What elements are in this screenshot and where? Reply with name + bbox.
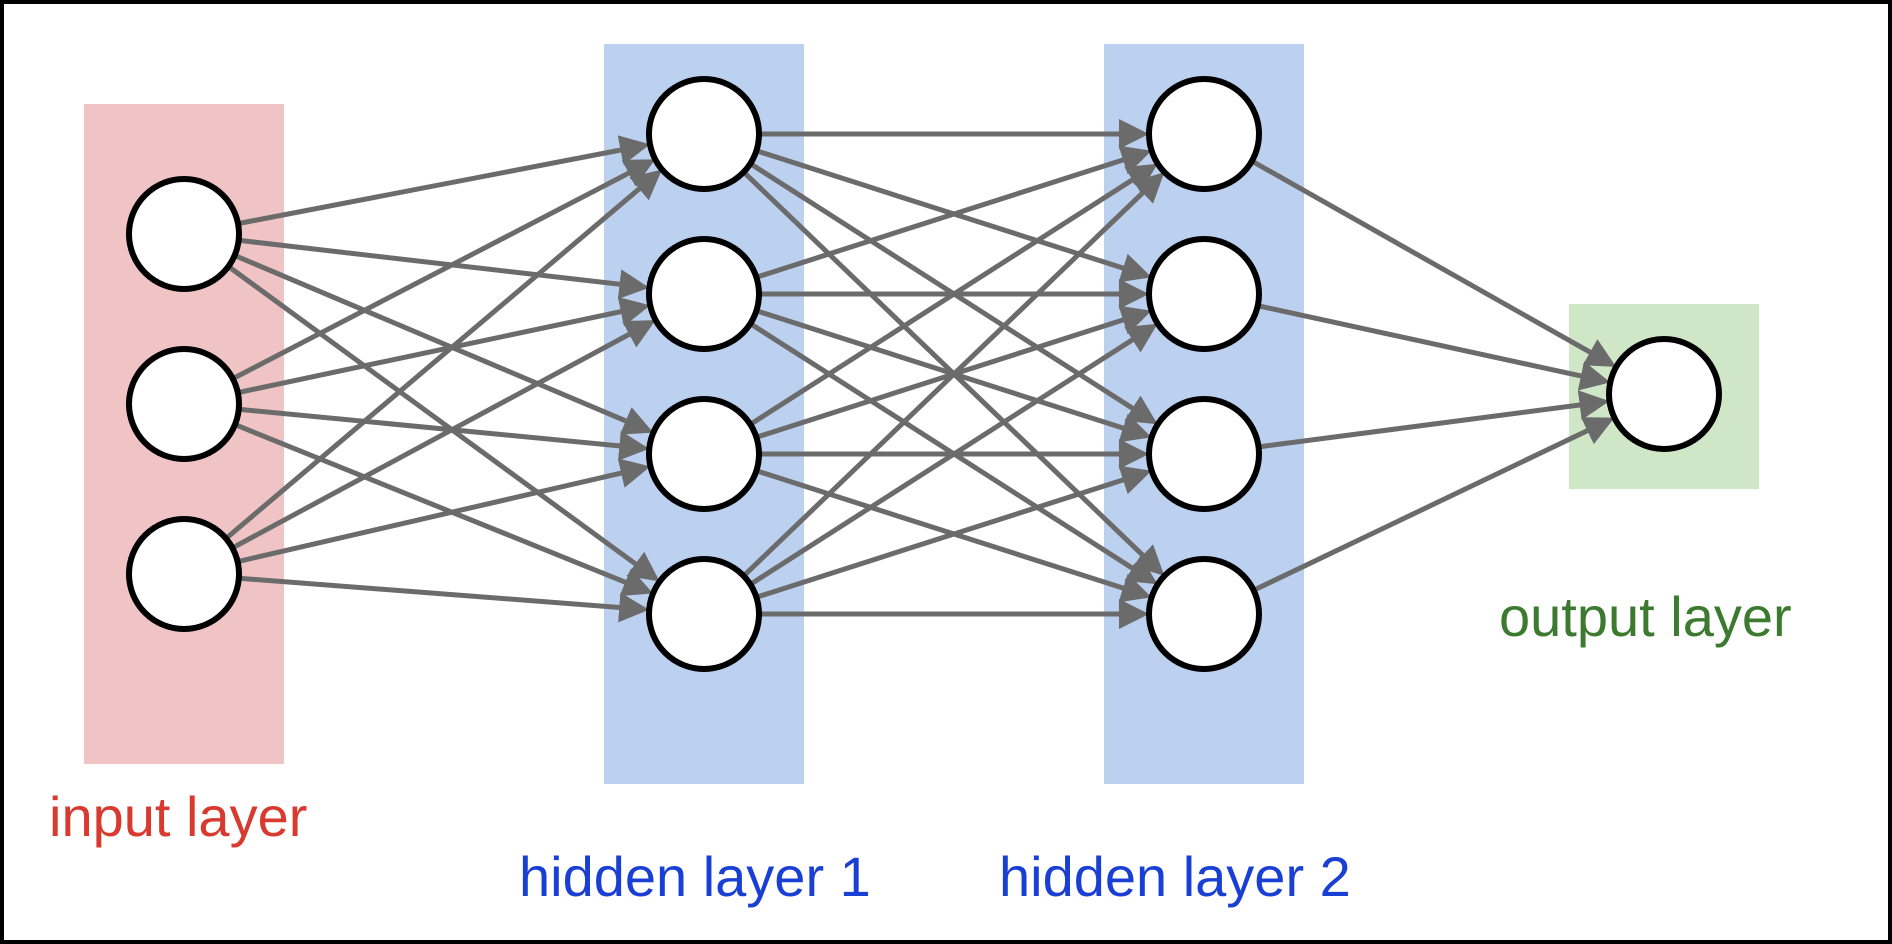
edge <box>233 162 650 379</box>
node-hidden1-2 <box>649 399 759 509</box>
label-output-layer: output layer <box>1499 584 1792 649</box>
edge <box>238 146 644 224</box>
label-hidden-layer-2: hidden layer 2 <box>999 844 1351 909</box>
edge <box>239 578 643 609</box>
label-input-layer: input layer <box>49 784 307 849</box>
node-input-0 <box>129 179 239 289</box>
edge <box>1259 402 1604 447</box>
edge <box>1254 420 1609 590</box>
edge <box>1258 306 1605 381</box>
node-hidden2-2 <box>1149 399 1259 509</box>
edge <box>239 409 644 448</box>
edge <box>744 176 1160 576</box>
diagram-frame: input layer hidden layer 1 hidden layer … <box>0 0 1892 944</box>
node-hidden2-3 <box>1149 559 1259 669</box>
node-output-0 <box>1609 339 1719 449</box>
edge <box>235 425 647 592</box>
node-hidden1-3 <box>649 559 759 669</box>
node-input-1 <box>129 349 239 459</box>
node-hidden1-1 <box>649 239 759 349</box>
edge <box>228 266 654 578</box>
node-input-2 <box>129 519 239 629</box>
edge <box>1252 161 1611 364</box>
node-hidden2-1 <box>1149 239 1259 349</box>
label-hidden-layer-1: hidden layer 1 <box>519 844 871 909</box>
node-hidden1-0 <box>649 79 759 189</box>
node-hidden2-0 <box>1149 79 1259 189</box>
edge <box>239 240 644 287</box>
